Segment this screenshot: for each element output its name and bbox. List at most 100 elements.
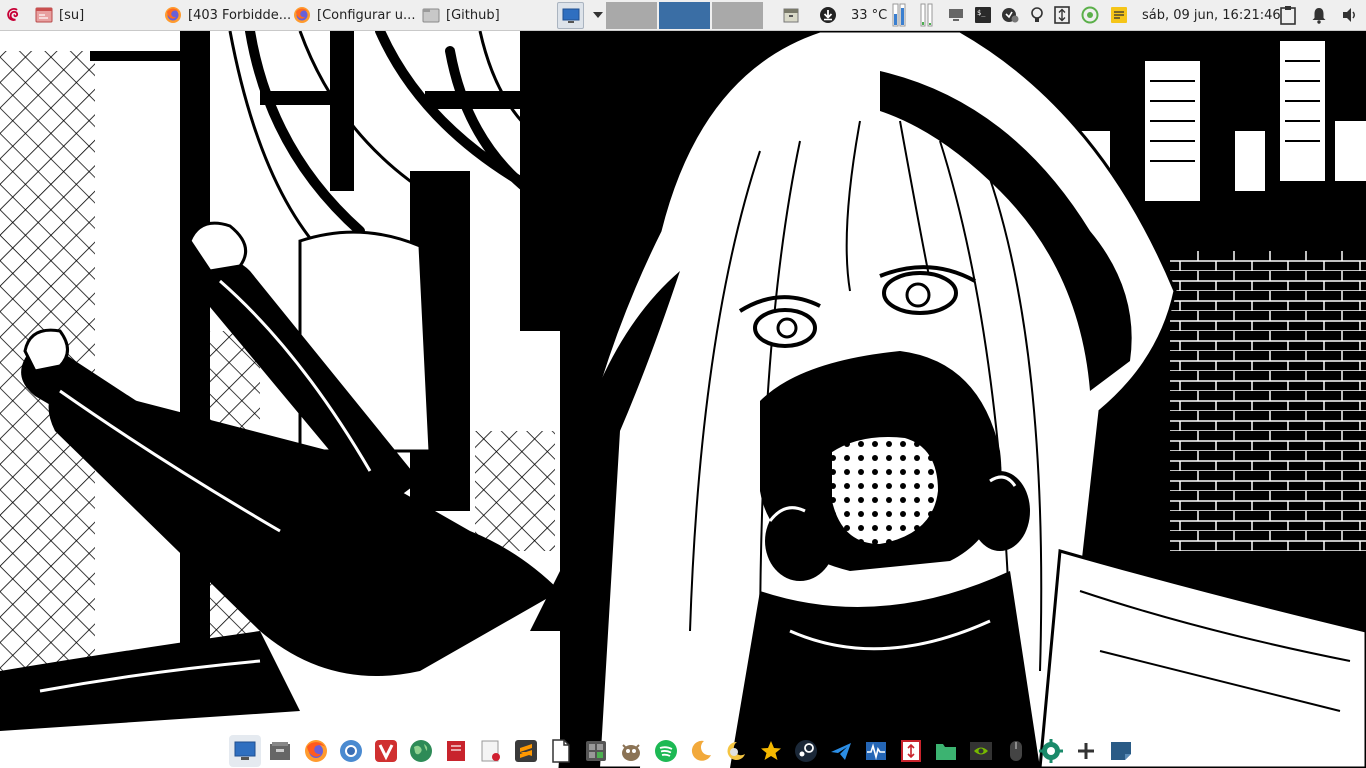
terminal-icon: $_: [975, 7, 991, 23]
memory-meter-icon: [920, 3, 933, 27]
dock-item-calculator[interactable]: [582, 737, 610, 765]
memory-graph[interactable]: [920, 0, 936, 30]
dock-item-rednotebook[interactable]: [442, 737, 470, 765]
dock-item-chromium[interactable]: [337, 737, 365, 765]
dock-item-file-manager[interactable]: [266, 737, 294, 765]
clipboard-icon: [1280, 6, 1296, 25]
clipboard-tray-icon[interactable]: [1052, 0, 1072, 30]
download-icon: [820, 7, 836, 23]
weather-icon: [727, 741, 745, 760]
chromium-icon: [340, 740, 362, 762]
firefox-icon: [305, 740, 327, 762]
dock-item-earth[interactable]: [407, 737, 435, 765]
dock-item-steam[interactable]: [792, 737, 820, 765]
text-editor-icon: [481, 740, 500, 762]
dock-item-telegram[interactable]: [827, 737, 855, 765]
idea-tray-icon[interactable]: [1028, 0, 1046, 30]
dock-item-gimp[interactable]: [617, 737, 645, 765]
sync-icon: [1081, 6, 1099, 24]
svg-text:$_: $_: [977, 9, 986, 17]
update-icon: [1002, 8, 1019, 23]
key-icon: [901, 740, 921, 762]
workspace-2[interactable]: [659, 2, 710, 29]
download-tray-icon[interactable]: [817, 0, 839, 30]
notebook-icon: [447, 741, 465, 761]
system-tray-app-icon[interactable]: [999, 0, 1021, 30]
notes-tray-icon[interactable]: [1108, 0, 1130, 30]
sync-tray-icon[interactable]: [1079, 0, 1101, 30]
speaker-icon: [1343, 8, 1355, 22]
network-tray-icon[interactable]: [946, 0, 966, 30]
taskbar-item-su[interactable]: [su]: [35, 0, 84, 30]
bell-icon: [1312, 8, 1326, 24]
calculator-icon: [586, 741, 606, 761]
terminal-tray-icon[interactable]: $_: [972, 0, 994, 30]
clock[interactable]: sáb, 09 jun, 16:21:46: [1142, 0, 1281, 30]
debian-menu-button[interactable]: [4, 0, 26, 30]
volume-button[interactable]: [1339, 0, 1361, 30]
dock-item-sticky-notes[interactable]: [1107, 737, 1135, 765]
mouse-icon: [1010, 741, 1022, 761]
document-icon: [552, 739, 570, 763]
terminal-icon: [1078, 743, 1094, 759]
sticky-note-icon: [1111, 742, 1131, 760]
dock-item-system-monitor[interactable]: [862, 737, 890, 765]
dock-item-firefox[interactable]: [302, 737, 330, 765]
window-list-dropdown[interactable]: [590, 0, 606, 30]
top-panel: [su] [403 Forbidde... [Configurar u... […: [0, 0, 1366, 31]
firefox-icon: [165, 7, 181, 23]
dock-item-nvidia-settings[interactable]: [967, 737, 995, 765]
taskbar-item-configurar[interactable]: [Configurar u...: [293, 0, 415, 30]
workspace-3[interactable]: [712, 2, 763, 29]
cpu-meter-icon: [892, 3, 906, 27]
dock-item-mouse[interactable]: [1002, 737, 1030, 765]
dock-item-document[interactable]: [547, 737, 575, 765]
terminal-task-icon: [35, 7, 53, 23]
monitor-icon: [949, 9, 963, 21]
desktop-wallpaper: [0, 31, 1366, 768]
steam-icon: [795, 740, 817, 762]
nvidia-icon: [970, 742, 992, 760]
sublime-text-icon: [515, 740, 537, 762]
archive-tray-icon[interactable]: [780, 0, 802, 30]
dock-item-folder[interactable]: [932, 737, 960, 765]
dock-item-terminal[interactable]: [1072, 737, 1100, 765]
dock-item-sublime-text[interactable]: [512, 737, 540, 765]
workspace-1[interactable]: [606, 2, 657, 29]
dock-item-desktop[interactable]: [229, 735, 261, 767]
cpu-graph[interactable]: [892, 0, 914, 30]
dock-item-weather[interactable]: [722, 737, 750, 765]
clipboard-manager-icon[interactable]: [1278, 0, 1298, 30]
dock-item-password-manager[interactable]: [897, 737, 925, 765]
taskbar-item-github[interactable]: [Github]: [422, 0, 500, 30]
taskbar-item-label: [403 Forbidde...: [188, 7, 292, 23]
airplane-icon: [831, 743, 851, 760]
dock-item-text-editor[interactable]: [477, 737, 505, 765]
lightbulb-icon: [1031, 7, 1043, 22]
file-manager-icon: [270, 742, 290, 760]
gimp-icon: [622, 744, 640, 761]
show-desktop-button[interactable]: [557, 2, 584, 29]
archive-icon: [783, 8, 799, 23]
temperature-readout[interactable]: 33 °C: [851, 0, 887, 30]
desktop-icon: [562, 8, 579, 23]
taskbar-item-403-forbidden[interactable]: [403 Forbidde...: [164, 0, 291, 30]
dock-item-moon[interactable]: [687, 737, 715, 765]
taskbar-item-label: [Github]: [446, 7, 500, 23]
dock-item-settings[interactable]: [1037, 737, 1065, 765]
dock-item-spotify[interactable]: [652, 737, 680, 765]
globe-icon: [410, 740, 432, 762]
taskbar-item-label: [Configurar u...: [317, 7, 416, 23]
wallpaper-illustration: [0, 31, 1366, 768]
vivaldi-icon: [375, 740, 397, 762]
notifications-button[interactable]: [1309, 0, 1329, 30]
dock-item-vivaldi[interactable]: [372, 737, 400, 765]
dock-item-bookmarks[interactable]: [757, 737, 785, 765]
chevron-down-icon: [593, 12, 603, 18]
application-dock: [226, 734, 1140, 768]
sticky-note-icon: [1111, 7, 1127, 23]
taskbar-item-label: [su]: [59, 7, 85, 23]
debian-swirl-icon: [7, 8, 19, 21]
desktop-icon: [234, 741, 256, 760]
star-icon: [761, 741, 781, 760]
